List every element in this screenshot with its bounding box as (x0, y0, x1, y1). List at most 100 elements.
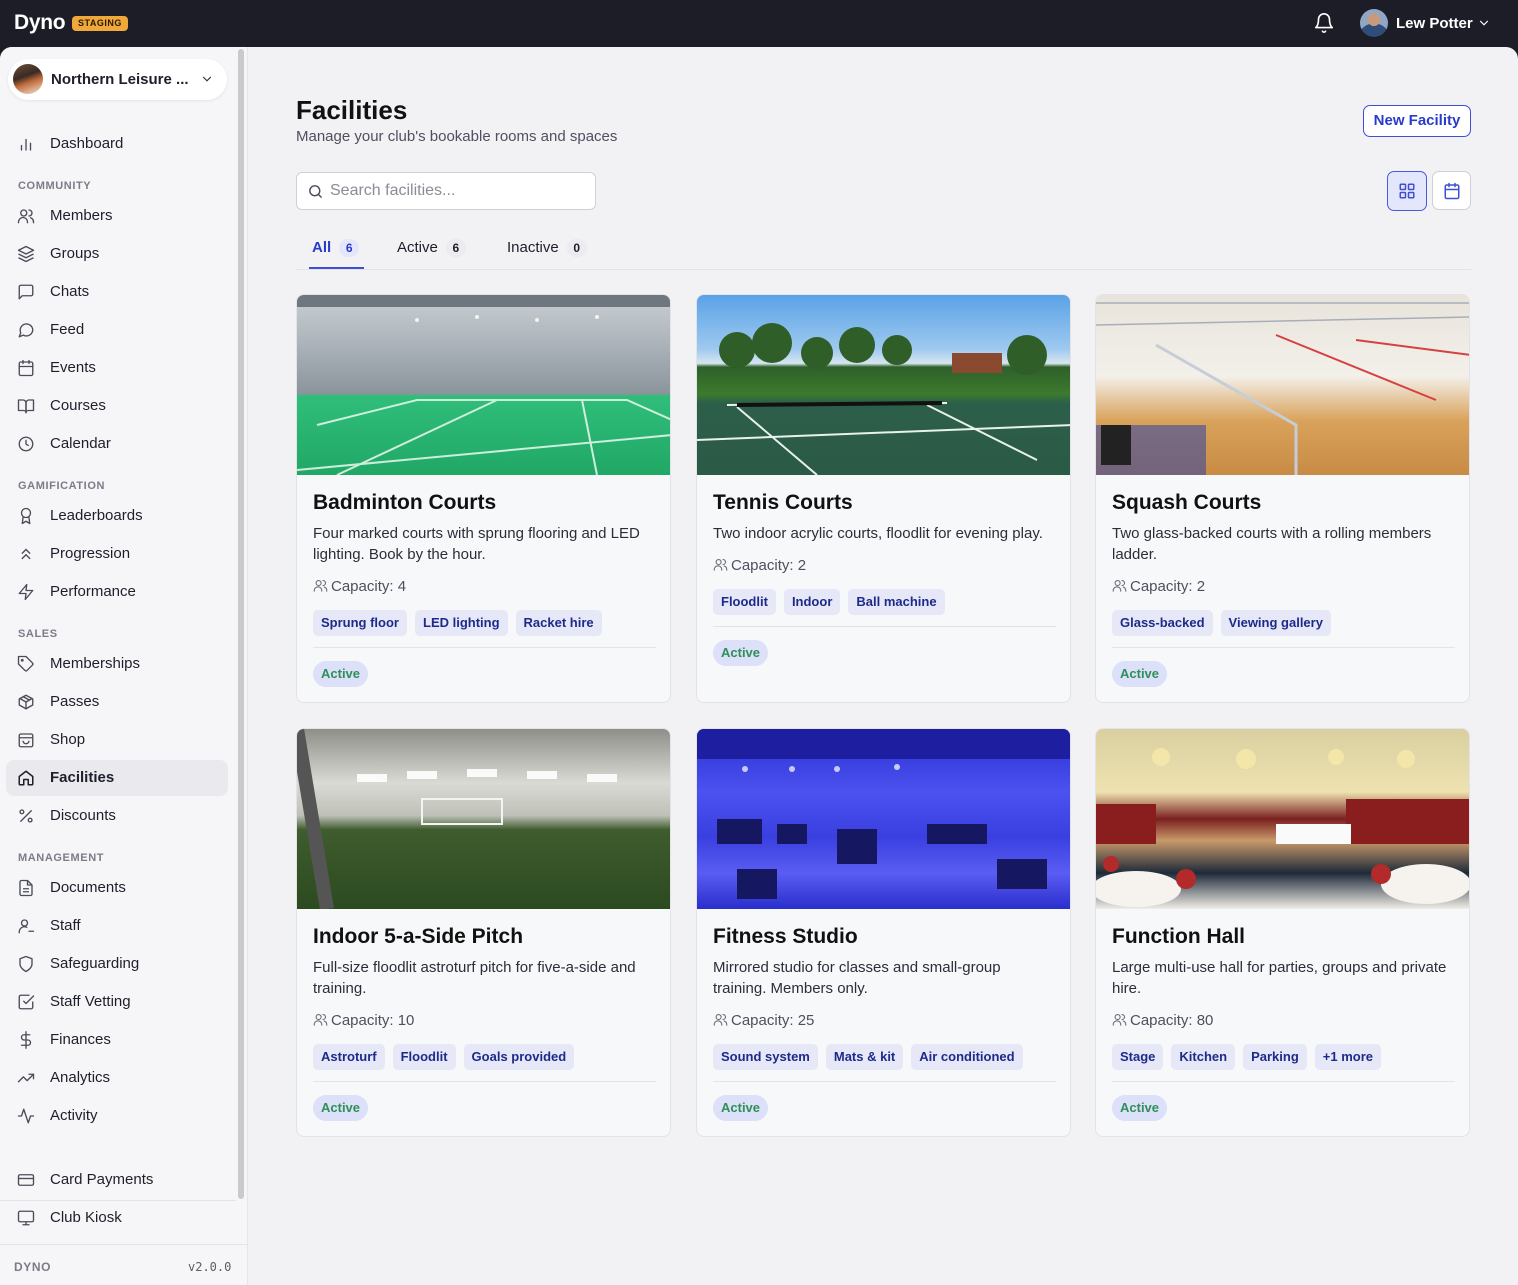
sidebar-item-label: Feed (50, 321, 85, 338)
sidebar-item-staff-vetting[interactable]: Staff Vetting (6, 984, 228, 1020)
sidebar-item-analytics[interactable]: Analytics (6, 1060, 228, 1096)
sidebar-item-label: Leaderboards (50, 507, 143, 524)
facility-image (297, 295, 670, 475)
sidebar-item-finances[interactable]: Finances (6, 1022, 228, 1058)
tab-count: 6 (339, 239, 360, 257)
tab-all[interactable]: All 6 (312, 239, 360, 269)
sidebar-item-events[interactable]: Events (6, 350, 228, 386)
users-icon (1112, 579, 1127, 592)
facility-card[interactable]: Squash Courts Two glass-backed courts wi… (1095, 294, 1470, 703)
grid-view-toggle[interactable] (1387, 171, 1427, 211)
facility-title: Indoor 5-a-Side Pitch (313, 925, 524, 948)
feature-chip: Racket hire (515, 610, 602, 636)
sidebar-item-activity[interactable]: Activity (6, 1098, 228, 1134)
capacity-text: Capacity: 80 (1130, 1012, 1214, 1029)
page-subtitle: Manage your club's bookable rooms and sp… (296, 128, 618, 145)
pitch-graphic (297, 729, 617, 909)
search-input[interactable]: Search facilities... (330, 182, 455, 200)
new-facility-button[interactable]: New Facility (1363, 105, 1471, 137)
tab-label: Inactive (507, 239, 559, 256)
facility-capacity: Capacity: 2 (1112, 578, 1205, 595)
user-avatar[interactable] (1360, 9, 1388, 37)
chevron-down-icon[interactable] (1477, 16, 1491, 30)
sidebar-item-shop[interactable]: Shop (6, 722, 228, 758)
sidebar-item-facilities[interactable]: Facilities (6, 760, 228, 796)
sidebar-item-feed[interactable]: Feed (6, 312, 228, 348)
sidebar-item-label: Activity (50, 1107, 98, 1124)
feature-list: Sprung floor LED lighting Racket hire (313, 610, 602, 636)
search-field[interactable]: Search facilities... (296, 172, 596, 210)
section-heading-gamification: GAMIFICATION (18, 480, 106, 492)
bell-icon[interactable] (1313, 12, 1335, 34)
user-name[interactable]: Lew Potter (1396, 15, 1473, 32)
sidebar-item-label: Discounts (50, 807, 116, 824)
tab-label: Active (397, 239, 438, 256)
sidebar-item-label: Calendar (50, 435, 111, 452)
facility-card[interactable]: Badminton Courts Four marked courts with… (296, 294, 671, 703)
grid-icon (1399, 183, 1415, 199)
sidebar-item-dashboard[interactable]: Dashboard (6, 126, 228, 162)
feature-list: Astroturf Floodlit Goals provided (313, 1044, 575, 1070)
more-features-chip[interactable]: +1 more (1314, 1044, 1381, 1070)
sidebar-item-label: Finances (50, 1031, 111, 1048)
facility-card[interactable]: Tennis Courts Two indoor acrylic courts,… (696, 294, 1071, 703)
calendar-view-toggle[interactable] (1432, 171, 1471, 210)
sidebar-scrollbar[interactable] (238, 49, 244, 1199)
bar-chart-icon (20, 138, 32, 151)
brand-logo[interactable]: Dyno (14, 11, 66, 35)
tab-inactive[interactable]: Inactive 0 (507, 239, 587, 269)
sidebar-item-label: Dashboard (50, 135, 124, 152)
calendar-icon (1444, 182, 1460, 200)
sidebar-item-groups[interactable]: Groups (6, 236, 228, 272)
tab-label: All (312, 239, 332, 256)
app-version: v2.0.0 (188, 1260, 232, 1274)
section-heading-management: MANAGEMENT (18, 852, 105, 864)
users-icon (17, 209, 35, 224)
sidebar-item-label: Progression (50, 545, 131, 562)
status-badge: Active (713, 640, 769, 666)
sidebar-item-progression[interactable]: Progression (6, 536, 228, 572)
section-heading-community: COMMUNITY (18, 180, 92, 192)
sidebar-item-memberships[interactable]: Memberships (6, 646, 228, 682)
chevron-down-icon (202, 76, 212, 82)
sidebar-item-label: Chats (50, 283, 90, 300)
page-title: Facilities (296, 95, 408, 125)
facility-card[interactable]: Function Hall Large multi-use hall for p… (1095, 728, 1470, 1137)
feature-chip: Glass-backed (1112, 610, 1213, 636)
facility-title: Badminton Courts (313, 491, 497, 514)
tab-active[interactable]: Active 6 (397, 239, 466, 269)
sidebar-item-safeguarding[interactable]: Safeguarding (6, 946, 228, 982)
sidebar-item-label: Safeguarding (50, 955, 140, 972)
organisation-name: Northern Leisure ... (51, 71, 189, 88)
sidebar-item-discounts[interactable]: Discounts (6, 798, 228, 834)
sidebar-item-calendar[interactable]: Calendar (6, 426, 228, 462)
sidebar-item-club-kiosk[interactable]: Club Kiosk (6, 1200, 228, 1236)
sidebar-item-performance[interactable]: Performance (6, 574, 228, 610)
card-divider (313, 1081, 656, 1082)
court-lines-graphic (297, 295, 670, 475)
status-badge: Active (313, 661, 369, 687)
message-circle-icon (18, 323, 34, 338)
sidebar-item-card-payments[interactable]: Card Payments (6, 1162, 228, 1198)
sidebar-item-label: Staff Vetting (50, 993, 131, 1010)
sidebar-item-courses[interactable]: Courses (6, 388, 228, 424)
sidebar-item-documents[interactable]: Documents (6, 870, 228, 906)
organisation-switcher[interactable]: Northern Leisure ... (8, 59, 227, 100)
sidebar-item-members[interactable]: Members (6, 198, 228, 234)
calendar-icon (18, 359, 34, 377)
feature-list: Stage Kitchen Parking +1 more (1112, 1044, 1381, 1070)
facility-description: Two indoor acrylic courts, floodlit for … (713, 525, 1043, 542)
facility-image (1096, 729, 1469, 909)
sidebar-item-staff[interactable]: Staff (6, 908, 228, 944)
sidebar-item-label: Courses (50, 397, 106, 414)
activity-icon (17, 1108, 35, 1124)
facility-capacity: Capacity: 2 (713, 557, 806, 574)
sidebar-item-leaderboards[interactable]: Leaderboards (6, 498, 228, 534)
facility-description: Full-size floodlit astroturf pitch for f… (313, 959, 636, 997)
sidebar-item-label: Memberships (50, 655, 141, 672)
sidebar-item-passes[interactable]: Passes (6, 684, 228, 720)
capacity-text: Capacity: 4 (331, 578, 407, 595)
facility-card[interactable]: Fitness Studio Mirrored studio for class… (696, 728, 1071, 1137)
sidebar-item-chats[interactable]: Chats (6, 274, 228, 310)
facility-card[interactable]: Indoor 5-a-Side Pitch Full-size floodlit… (296, 728, 671, 1137)
